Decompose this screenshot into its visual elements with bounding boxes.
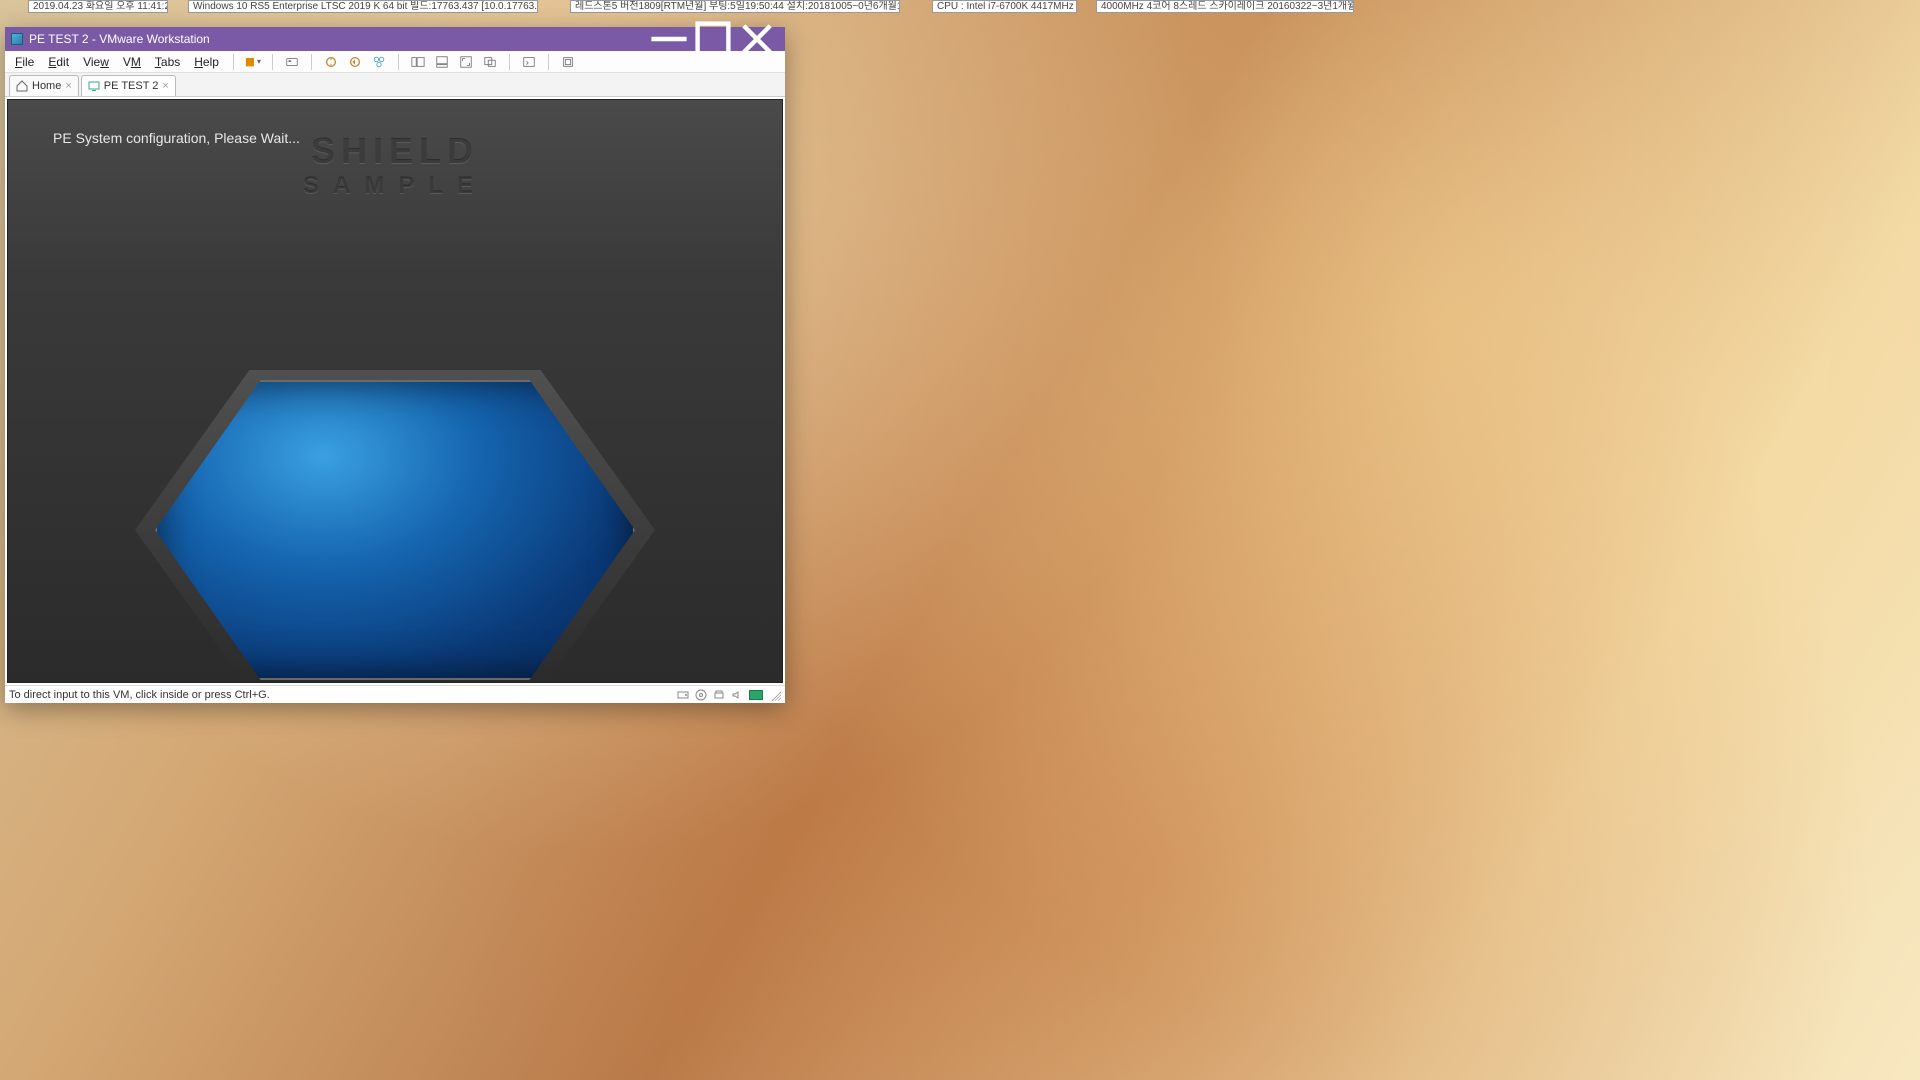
menu-edit[interactable]: Edit	[42, 53, 75, 71]
toolbar-separator	[272, 54, 273, 70]
show-library-icon[interactable]	[409, 53, 427, 71]
vmware-window: PE TEST 2 - VMware Workstation File Edit…	[5, 27, 785, 703]
app-icon	[11, 33, 23, 45]
minimize-button[interactable]	[647, 27, 691, 51]
unity-icon[interactable]	[481, 53, 499, 71]
widget-cpu: ihn CPU : Intel i7-6700K 4417MHz	[932, 0, 1077, 13]
shield-graphic	[155, 380, 635, 680]
menu-view[interactable]: View	[77, 53, 115, 71]
menubar: File Edit View VM Tabs Help ▮▮▾	[5, 51, 785, 73]
stretch-guest-icon[interactable]	[559, 53, 577, 71]
brand-watermark: SHIELD SAMPLE	[303, 130, 487, 200]
menu-help[interactable]: Help	[188, 53, 225, 71]
toolbar-separator	[398, 54, 399, 70]
snapshot-revert-icon[interactable]	[346, 53, 364, 71]
menu-tabs[interactable]: Tabs	[149, 53, 186, 71]
fullscreen-icon[interactable]	[457, 53, 475, 71]
tabstrip: Home × PE TEST 2 ×	[5, 73, 785, 97]
toolbar-separator	[311, 54, 312, 70]
widget-cpu-detail: 4000MHz 4코어 8스레드 스카이레이크 20160322~3년1개월0일	[1096, 0, 1354, 13]
suspend-button[interactable]: ▮▮▾	[244, 53, 262, 71]
hdd-icon[interactable]	[677, 689, 689, 701]
widget-datetime: qaz 2019.04.23 화요일 오후 11:41:20	[28, 0, 168, 13]
display-indicator-icon[interactable]	[749, 690, 763, 700]
desktop-widgets: qaz 2019.04.23 화요일 오후 11:41:20 Windows 1…	[0, 0, 1920, 14]
vm-guest-screen[interactable]: PE System configuration, Please Wait... …	[7, 99, 783, 683]
printer-icon[interactable]	[713, 689, 725, 701]
brand-line1: SHIELD	[303, 130, 487, 172]
pe-wait-message: PE System configuration, Please Wait...	[53, 130, 300, 146]
close-button[interactable]	[735, 27, 779, 51]
widget-install: rfv 레드스톤5 버전1809[RTM년월] 부팅:5일19:50:44 설치…	[570, 0, 900, 13]
toolbar-separator	[548, 54, 549, 70]
snapshot-take-icon[interactable]	[322, 53, 340, 71]
toolbar-separator	[233, 54, 234, 70]
maximize-button[interactable]	[691, 27, 735, 51]
window-title: PE TEST 2 - VMware Workstation	[29, 32, 210, 46]
cd-icon[interactable]	[695, 689, 707, 701]
vm-icon	[88, 80, 100, 92]
tab-pe-test-2[interactable]: PE TEST 2 ×	[81, 75, 176, 96]
status-message: To direct input to this VM, click inside…	[9, 689, 270, 701]
status-device-icons	[677, 689, 781, 701]
console-view-icon[interactable]	[520, 53, 538, 71]
home-icon	[16, 80, 28, 92]
show-thumbnail-bar-icon[interactable]	[433, 53, 451, 71]
brand-line2: SAMPLE	[303, 172, 487, 200]
menu-vm[interactable]: VM	[117, 53, 147, 71]
tab-close-icon[interactable]: ×	[65, 80, 71, 92]
tab-label: Home	[32, 80, 61, 92]
menu-file[interactable]: File	[9, 53, 40, 71]
tab-close-icon[interactable]: ×	[162, 80, 168, 92]
statusbar: To direct input to this VM, click inside…	[5, 685, 785, 703]
resize-grip-icon[interactable]	[769, 689, 781, 701]
snapshot-manager-icon[interactable]	[370, 53, 388, 71]
tab-home[interactable]: Home ×	[9, 75, 79, 96]
sound-icon[interactable]	[731, 689, 743, 701]
titlebar[interactable]: PE TEST 2 - VMware Workstation	[5, 27, 785, 51]
toolbar-separator	[509, 54, 510, 70]
send-ctrl-alt-del-icon[interactable]	[283, 53, 301, 71]
tab-label: PE TEST 2	[104, 80, 159, 92]
widget-os: Windows 10 RS5 Enterprise LTSC 2019 K 64…	[188, 0, 538, 13]
